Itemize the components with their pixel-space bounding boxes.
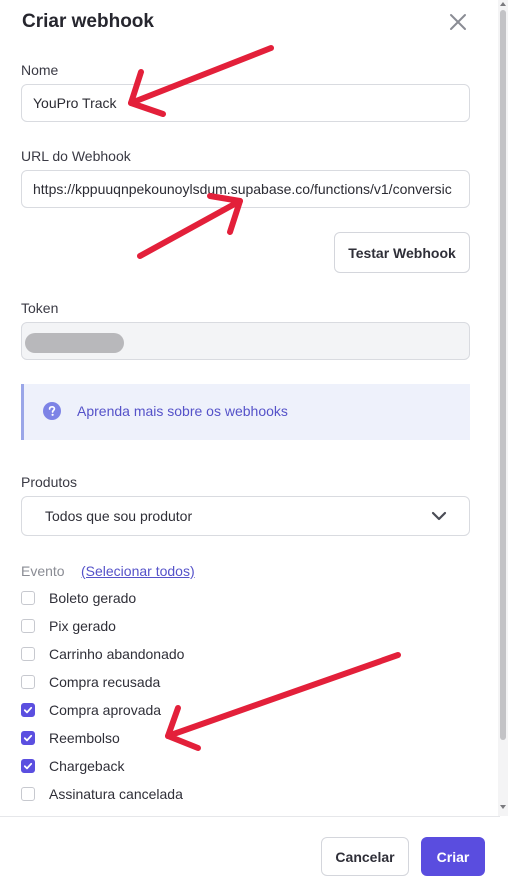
event-option[interactable]: Compra aprovada — [21, 700, 161, 720]
products-select-value: Todos que sou produtor — [45, 508, 193, 524]
url-label: URL do Webhook — [21, 148, 131, 164]
close-icon[interactable] — [446, 10, 470, 34]
event-label: Compra aprovada — [49, 702, 162, 718]
cancel-button[interactable]: Cancelar — [321, 837, 409, 876]
learn-more-link[interactable]: Aprenda mais sobre os webhooks — [77, 403, 288, 419]
token-redacted — [25, 333, 124, 353]
event-label: Boleto gerado — [49, 590, 137, 606]
event-checkbox[interactable] — [21, 647, 35, 661]
products-label: Produtos — [21, 474, 78, 490]
url-field[interactable]: https://kppuuqnpekounoylsdum.supabase.co… — [21, 170, 470, 208]
event-label: Assinatura cancelada — [49, 786, 183, 802]
event-option[interactable]: Carrinho abandonado — [21, 644, 184, 664]
event-option[interactable]: Pix gerado — [21, 616, 116, 636]
check-icon — [23, 734, 33, 742]
annotation-arrows — [128, 45, 401, 751]
event-checkbox[interactable] — [21, 731, 35, 745]
event-checkbox[interactable] — [21, 787, 35, 801]
check-icon — [23, 762, 33, 770]
event-checkbox[interactable] — [21, 619, 35, 633]
event-label: Carrinho abandonado — [49, 646, 185, 662]
event-label: Chargeback — [49, 758, 125, 774]
scroll-up-icon[interactable] — [499, 0, 507, 8]
event-checkbox[interactable] — [21, 703, 35, 717]
scroll-down-icon[interactable] — [499, 803, 507, 811]
name-field-value: YouPro Track — [33, 95, 117, 111]
event-option[interactable]: Assinatura cancelada — [21, 784, 183, 804]
event-option[interactable]: Chargeback — [21, 756, 125, 776]
test-webhook-button[interactable]: Testar Webhook — [334, 232, 470, 273]
select-all-link[interactable]: (Selecionar todos) — [81, 563, 195, 579]
event-option[interactable]: Reembolso — [21, 728, 120, 748]
event-option[interactable]: Boleto gerado — [21, 588, 136, 608]
event-label: Pix gerado — [49, 618, 116, 634]
footer-divider — [0, 816, 500, 817]
name-label: Nome — [21, 62, 59, 78]
token-field[interactable] — [21, 322, 470, 360]
question-icon — [43, 402, 61, 420]
scrollbar-thumb[interactable] — [500, 10, 506, 740]
chevron-down-icon — [431, 511, 447, 521]
event-label: Reembolso — [49, 730, 120, 746]
token-label: Token — [21, 300, 59, 316]
create-button[interactable]: Criar — [421, 837, 485, 876]
url-field-value: https://kppuuqnpekounoylsdum.supabase.co… — [33, 181, 452, 197]
event-label: Compra recusada — [49, 674, 161, 690]
name-field[interactable]: YouPro Track — [21, 84, 470, 122]
event-checkbox[interactable] — [21, 675, 35, 689]
annotation-arrow — [165, 652, 401, 751]
event-checkbox[interactable] — [21, 759, 35, 773]
event-option[interactable]: Compra recusada — [21, 672, 160, 692]
page-title: Criar webhook — [22, 11, 154, 32]
event-checkbox[interactable] — [21, 591, 35, 605]
events-label: Evento — [21, 563, 65, 579]
check-icon — [23, 706, 33, 714]
